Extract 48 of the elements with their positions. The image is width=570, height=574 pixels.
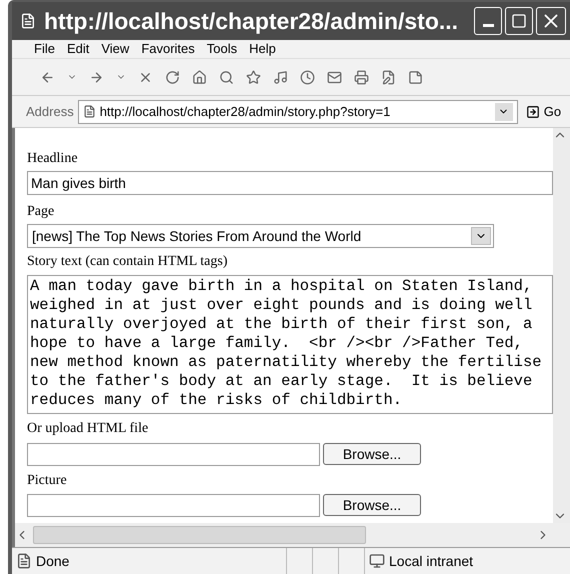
address-field[interactable]: http://localhost/chapter28/admin/story.php?story=1 [78, 100, 518, 124]
note-icon[interactable] [408, 70, 423, 84]
page-icon [82, 105, 96, 118]
forward-icon[interactable] [89, 70, 104, 84]
address-label: Address [26, 102, 74, 121]
menu-item[interactable]: Edit [66, 39, 90, 59]
page-icon [16, 553, 32, 569]
zone-text: Local intranet [389, 552, 474, 570]
field-label: Page [27, 203, 54, 221]
maximize-button[interactable] [505, 7, 534, 35]
star-icon[interactable] [246, 70, 261, 84]
maximize-icon [511, 13, 528, 29]
scroll-thumb[interactable] [33, 526, 366, 544]
close-button[interactable] [536, 7, 566, 35]
file-field[interactable] [27, 494, 320, 517]
search-icon[interactable] [219, 70, 234, 84]
menu-item[interactable]: Favorites [141, 39, 195, 59]
refresh-icon[interactable] [165, 70, 180, 84]
minimize-icon [482, 24, 494, 27]
go-button[interactable]: Go [526, 102, 562, 122]
history-icon[interactable] [300, 70, 315, 84]
field-label: Or upload HTML file [27, 420, 148, 438]
file-field[interactable] [27, 443, 320, 466]
menu-item[interactable]: Tools [206, 39, 238, 59]
field-label: Story text (can contain HTML tags) [27, 253, 228, 271]
field-label: Headline [27, 150, 78, 168]
media-icon[interactable] [273, 70, 288, 84]
printer-icon[interactable] [354, 70, 369, 84]
field-label: Picture [27, 472, 67, 490]
edit-icon[interactable] [381, 70, 396, 84]
vertical-scrollbar[interactable] [553, 128, 570, 523]
back-icon[interactable] [40, 70, 55, 84]
status-text: Done [36, 552, 70, 570]
horizontal-scrollbar[interactable] [12, 523, 570, 547]
menu-item[interactable]: File [34, 39, 55, 59]
menu-item[interactable]: Help [249, 39, 276, 59]
headline-field[interactable]: Man gives birth [27, 171, 553, 195]
browse-button[interactable]: Browse... [323, 494, 421, 516]
browse-button[interactable]: Browse... [323, 443, 421, 465]
page-icon [20, 13, 36, 29]
page-select[interactable]: [news] The Top News Stories From Around the World [27, 224, 494, 248]
menu-item[interactable]: View [101, 39, 130, 59]
mail-icon[interactable] [327, 70, 342, 84]
home-icon[interactable] [192, 70, 207, 84]
computer-icon [369, 553, 385, 569]
story-textarea[interactable]: A man today gave birth in a hospital on Staten Island, weighed in at just over eight pounds and is doing well naturally overjoyed at the birth of their first son, a hope to have a large family. <br /><br />Father Ted, new method known as paternatility whereby the fertilise to the father's body at an early stage. It is believe reduces many of the risks of childbirth. [27, 275, 553, 414]
window-title: http://localhost/chapter28/admin/sto... [44, 6, 458, 36]
minimize-button[interactable] [474, 7, 502, 35]
